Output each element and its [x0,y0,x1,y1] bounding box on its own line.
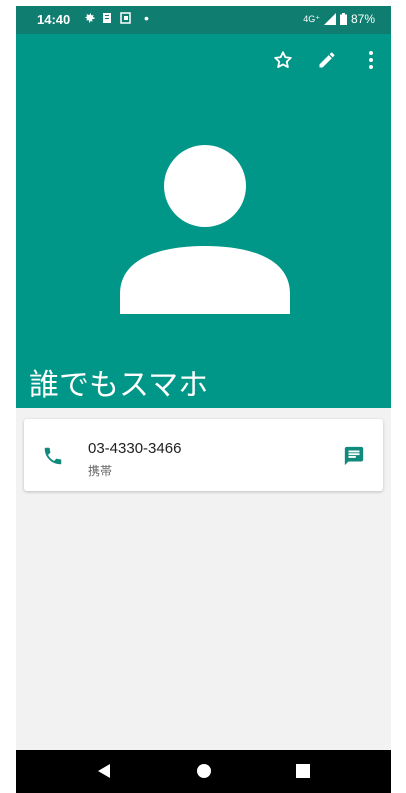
back-button[interactable] [95,762,113,780]
message-icon[interactable] [343,445,365,467]
sim-status-icon [120,12,131,27]
more-options-button[interactable] [359,48,383,72]
phone-number[interactable]: 03-4330-3466 [88,440,181,457]
favorite-button[interactable] [271,48,295,72]
notification-status-icon [102,12,112,27]
status-time: 14:40 [37,12,71,27]
recents-button[interactable] [294,762,312,780]
recents-square-icon [296,764,310,778]
navigation-bar [16,750,391,793]
settings-status-icon [84,12,96,27]
status-right: 4G⁺ 87% [303,12,375,26]
edit-button[interactable] [315,48,339,72]
more-vert-icon [369,51,373,69]
signal-icon [323,13,336,25]
phone-type-label: 携帯 [88,464,113,478]
battery-icon [339,13,347,25]
back-triangle-icon [98,764,110,778]
contact-name: 誰でもスマホ [29,368,209,403]
phone-entry-card[interactable]: 03-4330-3466 携帯 [24,419,383,491]
home-circle-icon [197,764,211,778]
status-bar: 14:40 • 4G⁺ 87% [16,6,391,34]
network-label: 4G⁺ [303,13,320,24]
star-outline-icon [274,51,292,68]
battery-label: 87% [350,12,375,26]
contact-header: 誰でもスマホ [16,34,391,408]
pencil-icon [319,52,335,68]
dot-status-icon: • [144,10,149,26]
home-button[interactable] [195,762,213,780]
phone-screen: 14:40 • 4G⁺ 87% 誰でもスマホ 03-4330-3466 携帯 [16,6,391,793]
avatar-placeholder-icon [120,145,290,314]
phone-icon[interactable] [42,445,64,467]
header-actions [271,48,383,72]
